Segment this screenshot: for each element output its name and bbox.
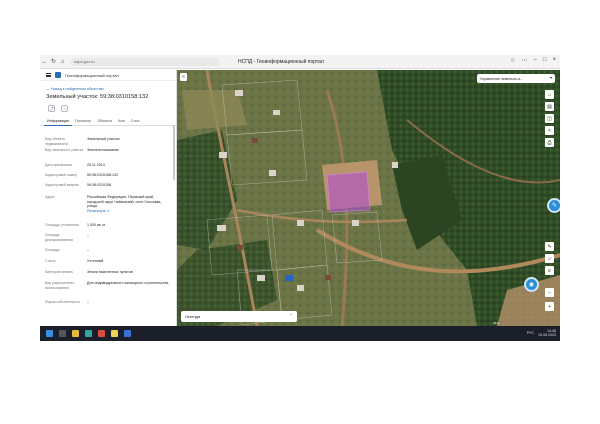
back-to-results-link[interactable]: ← Назад к найденным объектам <box>46 87 176 91</box>
share-icon: < <box>548 127 551 134</box>
home-icon: ⌂ <box>547 91 552 98</box>
edge-icon[interactable] <box>85 330 92 337</box>
info-panel: Геоинформационный портал ← Назад к найде… <box>40 70 177 326</box>
split-icon: ◫ <box>547 115 552 122</box>
expand-address-link[interactable]: Развернуть ∨ <box>87 209 110 213</box>
search-icon[interactable] <box>59 330 66 337</box>
maximize-icon[interactable]: □ <box>543 57 547 64</box>
close-icon[interactable]: × <box>552 57 556 64</box>
pencil-icon: ✎ <box>547 243 552 250</box>
refresh-icon[interactable]: ↻ <box>49 58 58 65</box>
portal-logo-icon <box>55 72 61 78</box>
prop-row: Адрес Российская Федерация, Пермский кра… <box>45 195 162 213</box>
menu-icon[interactable] <box>46 73 51 77</box>
prop-row: Статус Учтенный <box>45 259 104 263</box>
layers-icon: ▤ <box>547 103 552 110</box>
prop-row: Форма собственности – <box>45 300 89 304</box>
tab-objects[interactable]: Объекты <box>94 118 115 126</box>
tab-view[interactable]: Просмотр <box>72 118 94 126</box>
list-icon: ≡ <box>548 267 551 274</box>
chevron-down-icon: ▾ <box>549 75 552 80</box>
basemap-button[interactable]: ▤ <box>545 102 554 111</box>
prop-row: Вид разрешенного использования Для индиви… <box>45 281 169 290</box>
prop-row: Кадастровый номер 59:38:0310158:132 <box>45 173 118 177</box>
layers-list-button[interactable]: ≡ <box>545 266 554 275</box>
tab-info[interactable]: Информация <box>44 118 73 126</box>
prop-row: Вид объекта недвижимости Земельный участо… <box>45 137 120 146</box>
draw-button[interactable]: ✎ <box>545 242 554 251</box>
print-button[interactable]: ⎙ <box>545 138 554 147</box>
parcel-actions: ⤴ ☆ <box>48 105 176 112</box>
prop-row: Дата присвоения 25.11.2014 <box>45 163 105 167</box>
panel-scrollbar[interactable] <box>173 125 175 180</box>
windows-taskbar: РУС 14:48 16.08.2023 <box>40 326 560 341</box>
chrome-icon[interactable] <box>111 330 118 337</box>
app-name: Геоинформационный портал <box>65 72 119 78</box>
star-icon[interactable]: ☆ <box>510 57 515 64</box>
favorite-icon[interactable]: ☆ <box>61 105 68 112</box>
minimize-icon[interactable]: – <box>534 57 537 64</box>
yandex-icon[interactable] <box>98 330 105 337</box>
assistant-icon: ◉ <box>528 282 535 288</box>
address-bar[interactable]: nspd.gov.ru <box>70 57 220 66</box>
prop-row: Кадастровый квартал 59:38:0310158 <box>45 183 111 187</box>
start-icon[interactable] <box>46 330 53 337</box>
chat-icon: ✎ <box>551 203 558 209</box>
word-icon[interactable] <box>124 330 131 337</box>
prop-row: Вид земельного участка Землепользование <box>45 148 120 152</box>
selected-parcel[interactable] <box>326 171 371 213</box>
legend-dropdown[interactable]: Легенда ⌃ <box>181 311 297 322</box>
url-text: nspd.gov.ru <box>74 59 95 64</box>
satellite-map[interactable]: « Управление земельно-и... ▾ ⌂ ▤ ◫ < ⎙ ✎… <box>177 70 560 326</box>
prop-row: Категория земель Земли населенных пунктов <box>45 270 133 274</box>
screen: ← ↻ ⌂ nspd.gov.ru НСПД - Геоинформационн… <box>40 55 560 341</box>
home-view-button[interactable]: ⌂ <box>545 90 554 99</box>
print-icon: ⎙ <box>547 139 552 146</box>
share-icon[interactable]: ⤴ <box>48 105 55 112</box>
minus-icon: − <box>548 289 551 296</box>
scale-bar: 30 м <box>493 321 500 325</box>
language-indicator[interactable]: РУС <box>527 331 534 335</box>
prop-row: Площадь уточненная 1 000 кв. м <box>45 223 105 227</box>
window-controls: ☆ ⋯ – □ × <box>510 57 556 64</box>
back-arrow-icon[interactable]: ← <box>40 59 49 65</box>
measure-button[interactable]: ▱ <box>545 254 554 263</box>
settings-icon[interactable]: ⋯ <box>522 57 528 64</box>
clock[interactable]: 14:48 16.08.2023 <box>538 329 556 337</box>
home-icon[interactable]: ⌂ <box>58 59 67 65</box>
browser-toolbar: ← ↻ ⌂ nspd.gov.ru НСПД - Геоинформационн… <box>40 55 560 69</box>
zoom-out-button[interactable]: − <box>545 288 554 297</box>
satellite-imagery <box>177 70 560 326</box>
window-title: НСПД - Геоинформационный портал <box>238 59 324 65</box>
tab-kmp[interactable]: Кмп <box>115 118 128 126</box>
clock-date: 16.08.2023 <box>538 333 556 337</box>
share-map-button[interactable]: < <box>545 126 554 135</box>
assistant-fab-button[interactable]: ◉ <box>524 277 539 292</box>
chat-fab-button[interactable]: ✎ <box>547 198 560 213</box>
layer-select-value: Управление земельно-и... <box>480 76 524 81</box>
layer-select[interactable]: Управление земельно-и... ▾ <box>477 74 555 83</box>
panel-tabs: Информация Просмотр Объекты Кмп Слои <box>40 118 176 126</box>
tab-layers[interactable]: Слои <box>128 118 143 126</box>
address-value: Российская Федерация, Пермский край, гор… <box>87 195 162 209</box>
prop-row: Площадь – <box>45 248 89 252</box>
panel-header: Геоинформационный портал <box>40 70 176 81</box>
plus-icon: + <box>548 303 551 310</box>
explorer-icon[interactable] <box>72 330 79 337</box>
parcel-title: Земельный участок: 59:38:0310158:132 <box>46 94 149 100</box>
compare-button[interactable]: ◫ <box>545 114 554 123</box>
prop-row: Площадь декларированная – <box>45 233 89 242</box>
collapse-panel-button[interactable]: « <box>180 73 187 81</box>
legend-label: Легенда <box>185 314 201 319</box>
system-tray: РУС 14:48 16.08.2023 <box>527 329 556 337</box>
chevron-up-icon: ⌃ <box>289 313 293 318</box>
ruler-icon: ▱ <box>547 255 552 262</box>
zoom-in-button[interactable]: + <box>545 302 554 311</box>
